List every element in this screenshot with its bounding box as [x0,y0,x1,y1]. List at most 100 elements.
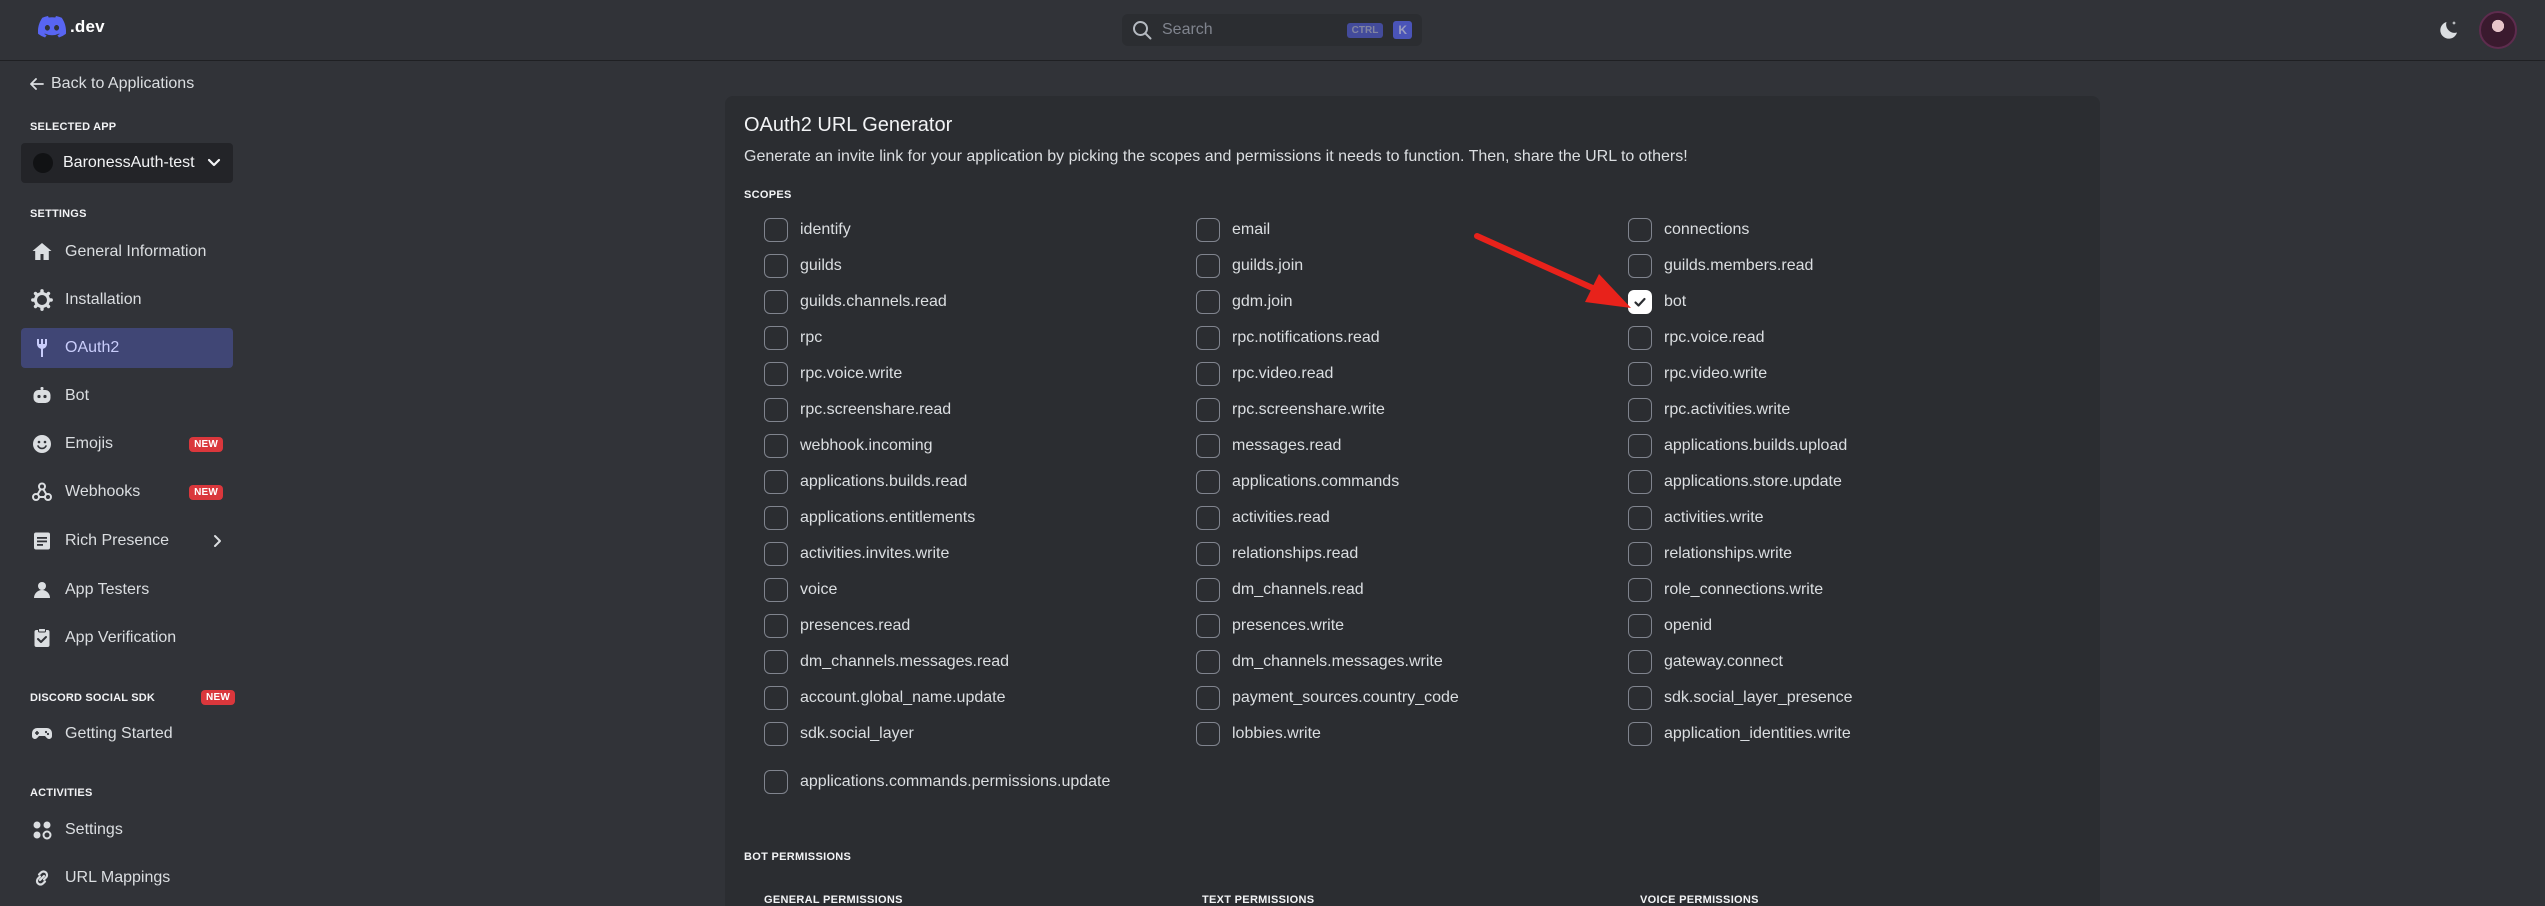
sidebar-item-emojis[interactable]: Emojis NEW [21,424,233,464]
sidebar-item-getting-started[interactable]: Getting Started [21,714,233,754]
scope-checkbox[interactable] [764,770,788,794]
scope-checkbox[interactable] [1196,506,1220,530]
scope-checkbox[interactable] [1196,362,1220,386]
scope-checkbox[interactable] [1196,470,1220,494]
scope-option[interactable]: identify [764,217,851,243]
scope-checkbox[interactable] [1196,290,1220,314]
scope-checkbox[interactable] [1196,722,1220,746]
scope-checkbox[interactable] [1196,218,1220,242]
scope-checkbox[interactable] [1628,506,1652,530]
scope-option[interactable]: guilds.join [1196,253,1303,279]
scope-option[interactable]: rpc.notifications.read [1196,325,1380,351]
scope-option[interactable]: guilds.channels.read [764,289,947,315]
scope-option[interactable]: relationships.write [1628,541,1792,567]
sidebar-item-bot[interactable]: Bot [21,376,233,416]
scope-checkbox[interactable] [1628,398,1652,422]
scope-option[interactable]: openid [1628,613,1712,639]
scope-checkbox[interactable] [764,722,788,746]
scope-checkbox[interactable] [764,362,788,386]
scope-option[interactable]: rpc.screenshare.read [764,397,951,423]
scope-option[interactable]: relationships.read [1196,541,1358,567]
scope-checkbox[interactable] [1196,614,1220,638]
scope-option[interactable]: rpc.activities.write [1628,397,1790,423]
sidebar-item-general-information[interactable]: General Information [21,232,233,272]
scope-checkbox[interactable] [1628,542,1652,566]
sidebar-item-activities-settings[interactable]: Settings [21,810,233,850]
app-selector-dropdown[interactable]: BaronessAuth-test [21,143,233,183]
scope-checkbox[interactable] [1628,434,1652,458]
sidebar-item-installation[interactable]: Installation [21,280,233,320]
scope-option[interactable]: bot [1628,289,1686,315]
scope-option[interactable]: guilds [764,253,842,279]
scope-option[interactable]: activities.write [1628,505,1764,531]
scope-option[interactable]: applications.commands [1196,469,1399,495]
scope-option[interactable]: dm_channels.read [1196,577,1364,603]
scope-option[interactable]: activities.read [1196,505,1330,531]
sidebar-item-url-mappings[interactable]: URL Mappings [21,858,233,898]
scope-checkbox[interactable] [1628,614,1652,638]
scope-option[interactable]: presences.write [1196,613,1344,639]
scope-checkbox[interactable] [764,542,788,566]
scope-option[interactable]: applications.builds.read [764,469,967,495]
scope-option[interactable]: payment_sources.country_code [1196,685,1459,711]
scope-option[interactable]: guilds.members.read [1628,253,1813,279]
scope-option[interactable]: activities.invites.write [764,541,949,567]
scope-option[interactable]: sdk.social_layer_presence [1628,685,1853,711]
scope-option[interactable]: email [1196,217,1270,243]
scope-checkbox[interactable] [1628,470,1652,494]
scope-option[interactable]: presences.read [764,613,910,639]
dark-mode-moon-icon[interactable] [2437,18,2461,42]
scope-option[interactable]: sdk.social_layer [764,721,914,747]
scope-option[interactable]: applications.commands.permissions.update [764,769,1110,795]
scope-checkbox[interactable] [1628,722,1652,746]
scope-checkbox[interactable] [1628,650,1652,674]
scope-option[interactable]: applications.store.update [1628,469,1842,495]
scope-checkbox[interactable] [764,470,788,494]
sidebar-item-app-verification[interactable]: App Verification [21,618,233,658]
scope-option[interactable]: dm_channels.messages.read [764,649,1009,675]
scope-option[interactable]: rpc [764,325,822,351]
scope-checkbox[interactable] [1628,362,1652,386]
scope-checkbox[interactable] [1196,578,1220,602]
scope-checkbox[interactable] [1196,434,1220,458]
scope-checkbox[interactable] [1196,542,1220,566]
scope-checkbox[interactable] [1196,650,1220,674]
scope-checkbox[interactable] [1628,326,1652,350]
scope-option[interactable]: dm_channels.messages.write [1196,649,1443,675]
scope-option[interactable]: gdm.join [1196,289,1292,315]
scope-checkbox[interactable] [1196,254,1220,278]
sidebar-item-app-testers[interactable]: App Testers [21,570,233,610]
scope-checkbox[interactable] [1196,686,1220,710]
scope-option[interactable]: application_identities.write [1628,721,1851,747]
scope-checkbox[interactable] [764,398,788,422]
scope-checkbox[interactable] [764,614,788,638]
scope-option[interactable]: role_connections.write [1628,577,1823,603]
scope-option[interactable]: gateway.connect [1628,649,1783,675]
scope-checkbox[interactable] [1628,578,1652,602]
sidebar-item-webhooks[interactable]: Webhooks NEW [21,472,233,512]
scope-option[interactable]: lobbies.write [1196,721,1321,747]
sidebar-item-rich-presence[interactable]: Rich Presence [21,521,233,561]
scope-checkbox[interactable] [764,290,788,314]
scope-option[interactable]: applications.builds.upload [1628,433,1847,459]
scope-option[interactable]: rpc.voice.read [1628,325,1765,351]
scope-option[interactable]: voice [764,577,837,603]
scope-option[interactable]: applications.entitlements [764,505,975,531]
scope-option[interactable]: rpc.video.write [1628,361,1767,387]
scope-option[interactable]: rpc.video.read [1196,361,1333,387]
scope-option[interactable]: messages.read [1196,433,1341,459]
sidebar-item-oauth2[interactable]: OAuth2 [21,328,233,368]
scope-option[interactable]: account.global_name.update [764,685,1006,711]
search-input[interactable]: Search CTRL K [1122,14,1422,46]
scope-checkbox[interactable] [1628,686,1652,710]
scope-checkbox[interactable] [764,506,788,530]
scope-checkbox[interactable] [764,434,788,458]
scope-option[interactable]: connections [1628,217,1749,243]
scope-checkbox[interactable] [764,686,788,710]
scope-checkbox[interactable] [764,650,788,674]
scope-option[interactable]: webhook.incoming [764,433,933,459]
user-avatar[interactable] [2479,11,2517,49]
scope-checkbox[interactable] [1196,326,1220,350]
back-to-applications-link[interactable]: Back to Applications [30,75,194,93]
scope-checkbox[interactable] [764,254,788,278]
